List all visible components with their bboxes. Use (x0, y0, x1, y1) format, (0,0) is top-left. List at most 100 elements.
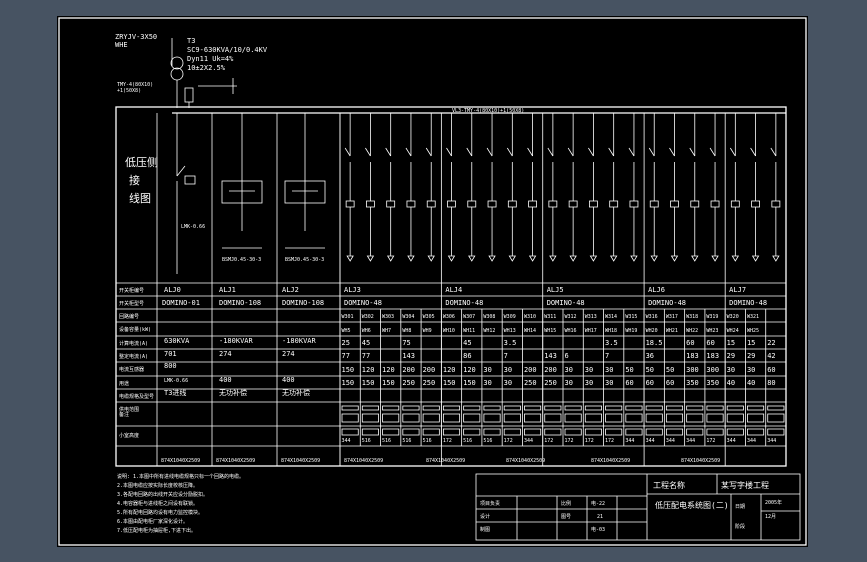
circuit-amps: 29 (747, 352, 755, 360)
circuit-id: W303 (382, 314, 394, 320)
circuit-height: 172 (605, 438, 614, 444)
circuit-kw: 25 (342, 339, 350, 347)
feeder-breaker (729, 147, 736, 157)
panel-use-alj2: 无功补偿 (282, 388, 310, 397)
circuit-ct: 80 (767, 379, 775, 387)
remark-mark (665, 428, 684, 436)
feeder-ct (406, 200, 416, 208)
row-label: 电缆规格及型号 (119, 393, 154, 400)
circuit-amps: 183 (686, 352, 699, 360)
panel-alj1-schematic: BSMJ0.45-30-3 (221, 113, 263, 263)
circuit-id: W308 (483, 314, 495, 320)
panel-capacity-alj2: -180KVAR (282, 337, 317, 345)
circuit-height: 344 (524, 438, 533, 444)
remark-mark (625, 428, 643, 436)
supply-range-mark (625, 413, 643, 423)
circuit-amps: 36 (646, 352, 654, 360)
circuit-kw: 15 (727, 339, 735, 347)
feeder-breaker (628, 147, 635, 157)
feeder-arrow (691, 255, 699, 262)
cable-spec-mark (686, 405, 704, 411)
value-no: 21 (597, 514, 603, 520)
remark-mark (564, 428, 582, 436)
transformer-coil-2 (170, 67, 184, 81)
feeder-breaker (405, 147, 412, 157)
circuit-amps: 6 (565, 352, 569, 360)
circuit-height: 172 (585, 438, 594, 444)
group-no: ALJ4 (445, 286, 462, 294)
feeder-arrow (468, 255, 476, 262)
cable-spec-mark (665, 405, 684, 411)
feeder-breaker (486, 147, 493, 157)
circuit-id: W302 (362, 314, 374, 320)
feeder-ct (487, 200, 497, 208)
panel-no-alj0: ALJ0 (164, 286, 181, 294)
circuit-id: W311 (544, 314, 556, 320)
circuit-height: 516 (382, 438, 391, 444)
circuit-amps: 183 (706, 352, 719, 360)
circuit-id: W318 (686, 314, 698, 320)
cabinet-dimension: 874X1040X2509 (681, 458, 720, 464)
feeder-breaker (446, 147, 452, 157)
circuit-amps: 7 (504, 352, 508, 360)
transformer-model: SC9-630KVA/10/0.4KV (187, 46, 268, 54)
panel-ct-alj0: LMK-0.66 (164, 378, 188, 384)
circuit-height: 344 (727, 438, 736, 444)
feeder-breaker (709, 147, 716, 157)
feeder-arrow (772, 255, 780, 262)
group-model: DOMINO-48 (344, 299, 382, 307)
circuit-ct: 30 (585, 379, 593, 387)
group-no: ALJ7 (729, 286, 746, 294)
feeder-arrow (569, 255, 577, 262)
circuit-ref: WH14 (524, 328, 536, 334)
circuit-setting: 300 (686, 366, 699, 374)
circuit-setting: 120 (463, 366, 476, 374)
note-line: 2.本图电缆应按实际长度校核压降。 (117, 482, 198, 489)
transformer-tap: 10±2X2.5% (187, 64, 226, 72)
panel-cells: ALJ0 ALJ1 ALJ2 DOMINO-01 DOMINO-108 DOMI… (162, 286, 324, 397)
feeder-ct (629, 200, 639, 208)
cable-spec-mark (503, 405, 521, 411)
circuit-amps: 77 (342, 352, 350, 360)
cable-spec-mark (483, 405, 501, 411)
circuit-ct: 40 (747, 379, 755, 387)
value-scale: 电-22 (591, 500, 605, 507)
note-line: 6.本图由配电柜厂家深化设计。 (117, 518, 188, 525)
note-line: 4.电容器柜与进线柜之间设有联锁。 (117, 500, 198, 507)
supply-range-mark (503, 413, 521, 423)
circuit-ref: WH6 (362, 328, 371, 334)
circuit-ref: WH21 (666, 328, 678, 334)
group-no: ALJ6 (648, 286, 665, 294)
cable-spec-mark (767, 405, 785, 411)
supply-range-mark (341, 413, 359, 423)
cable-spec-mark (463, 405, 481, 411)
circuit-ref: WH9 (423, 328, 432, 334)
supply-range-mark (645, 413, 663, 423)
feeder-breaker (648, 147, 655, 157)
cable-spec-mark (361, 405, 379, 411)
remark-mark (726, 428, 744, 436)
panel-ct-alj1: 400 (219, 376, 232, 384)
circuit-ref: WH17 (585, 328, 597, 334)
group-model: DOMINO-48 (729, 299, 767, 307)
feeder-ct (507, 200, 517, 208)
section-title-line-1: 低压侧 (125, 156, 158, 169)
value-year: 2005年 (765, 499, 782, 506)
ct-label-alj0: LMK-0.66 (181, 224, 205, 230)
supply-range-mark (402, 413, 420, 423)
panel-capacity-alj0: 630KVA (164, 337, 190, 345)
whe-label: WHE (115, 41, 128, 49)
circuit-ref: WH13 (504, 328, 516, 334)
label-phase: 阶段 (735, 523, 745, 530)
circuit-ct: 30 (504, 379, 512, 387)
circuit-height: 344 (686, 438, 695, 444)
feeder-arrow (609, 255, 618, 262)
supply-range-mark (463, 413, 481, 423)
cable-spec-mark (341, 405, 359, 411)
feeder-ct (345, 200, 355, 208)
circuit-setting: 30 (747, 366, 755, 374)
circuit-amps: 143 (544, 352, 557, 360)
feeder-ct (426, 200, 436, 208)
remark-mark (544, 428, 562, 436)
feeder-arrow (549, 255, 557, 262)
